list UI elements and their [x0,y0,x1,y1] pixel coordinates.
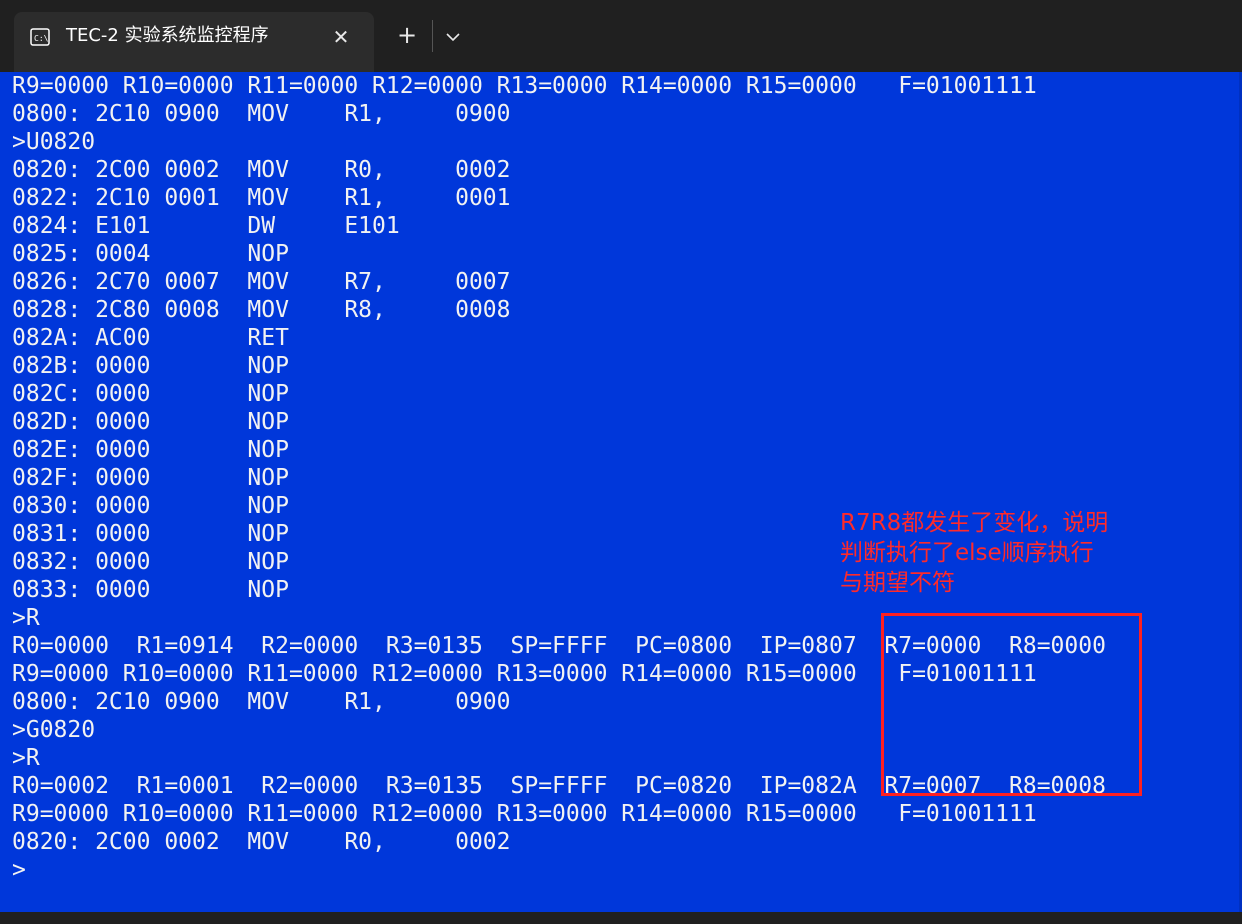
tab-divider [432,20,433,52]
annotation-line: R7R8都发生了变化，说明 [840,510,1109,536]
terminal-line: 0826: 2C70 0007 MOV R7, 0007 [12,269,511,295]
terminal-line: 0825: 0004 NOP [12,241,289,267]
tab-title: TEC-2 实验系统监控程序 [66,25,269,46]
terminal-line: >U0820 [12,129,96,155]
annotation-line: 与期望不符 [840,570,955,596]
terminal-line: 082F: 0000 NOP [12,465,289,491]
terminal-line: 0800: 2C10 0900 MOV R1, 0900 [12,101,511,127]
console-icon: C:\ [30,28,50,46]
chevron-down-icon[interactable] [440,22,466,50]
terminal-output[interactable]: R9=0000 R10=0000 R11=0000 R12=0000 R13=0… [0,72,1242,912]
tab-bar: C:\ TEC-2 实验系统监控程序 ✕ + [0,0,1242,72]
new-tab-button[interactable]: + [392,22,422,50]
terminal-line: 0822: 2C10 0001 MOV R1, 0001 [12,185,511,211]
terminal-line: 0828: 2C80 0008 MOV R8, 0008 [12,297,511,323]
terminal-line: 082B: 0000 NOP [12,353,289,379]
annotation-line: 判断执行了else顺序执行 [840,540,1094,566]
terminal-line: 0820: 2C00 0002 MOV R0, 0002 [12,829,511,855]
close-icon[interactable]: ✕ [328,24,354,50]
annotation-highlight-box [881,613,1142,796]
terminal-line: 082C: 0000 NOP [12,381,289,407]
terminal-window: C:\ TEC-2 实验系统监控程序 ✕ + R9=0000 R10=0000 … [0,0,1242,924]
annotation-note: R7R8都发生了变化，说明 判断执行了else顺序执行 与期望不符 [840,508,1160,598]
tab-active[interactable]: C:\ TEC-2 实验系统监控程序 ✕ [14,12,374,72]
svg-text:C:\: C:\ [34,34,49,43]
terminal-line: R9=0000 R10=0000 R11=0000 R12=0000 R13=0… [12,801,1037,827]
window-bottom-edge [0,912,1242,924]
terminal-line: 082A: AC00 RET [12,325,289,351]
terminal-line: 0820: 2C00 0002 MOV R0, 0002 [12,157,511,183]
terminal-line: 0824: E101 DW E101 [12,213,400,239]
terminal-line: R9=0000 R10=0000 R11=0000 R12=0000 R13=0… [12,73,1037,99]
terminal-line: 082E: 0000 NOP [12,437,289,463]
terminal-line: 082D: 0000 NOP [12,409,289,435]
terminal-line: > [12,857,26,883]
